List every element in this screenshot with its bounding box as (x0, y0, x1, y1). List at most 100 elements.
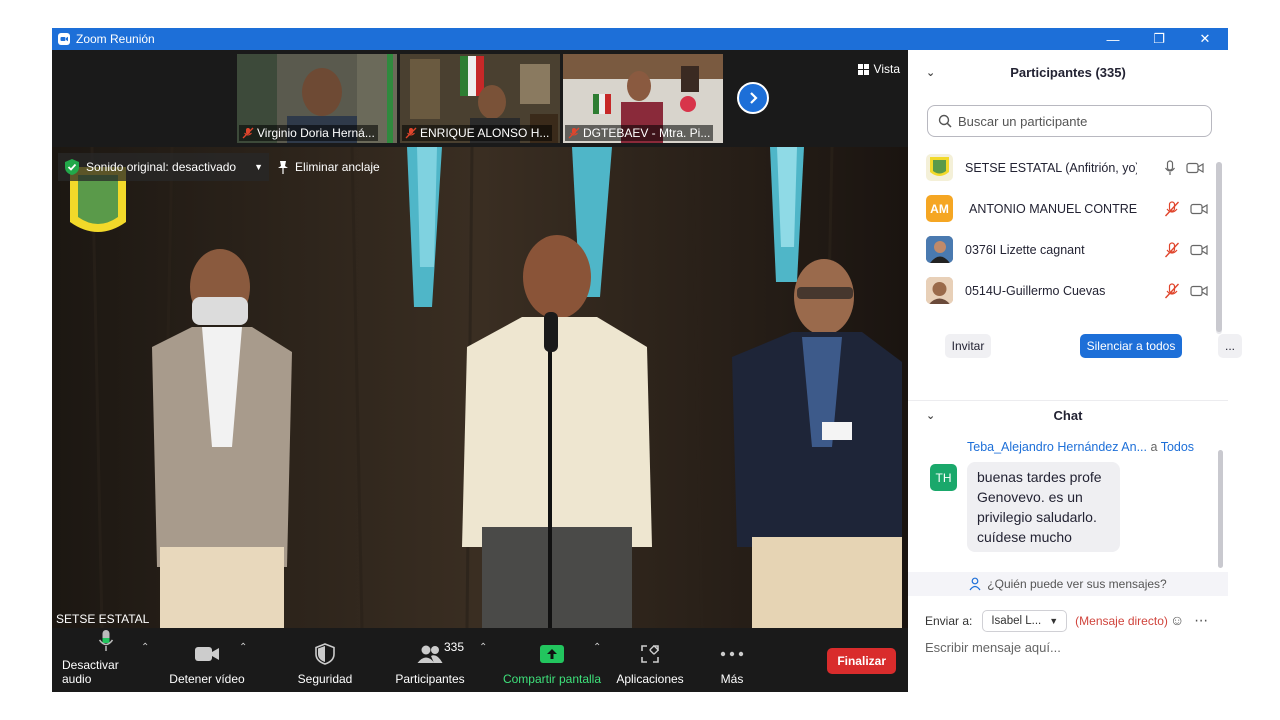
speaker-name-label: SETSE ESTATAL (56, 612, 150, 626)
participant-row[interactable]: SETSE ESTATAL (Anfitrión, yo) (908, 147, 1222, 188)
mute-all-button[interactable]: Silenciar a todos (1080, 334, 1182, 358)
grid-view-icon (857, 63, 869, 75)
meeting-toolbar: Desactivar audio ⌃ Detener vídeo ⌃ Segur… (52, 628, 908, 692)
video-options-caret[interactable]: ⌃ (239, 642, 247, 653)
end-meeting-button[interactable]: Finalizar (827, 648, 896, 674)
direct-message-label: (Mensaje directo) (1075, 614, 1168, 628)
invite-button[interactable]: Invitar (945, 334, 991, 358)
participants-icon (417, 645, 443, 663)
mute-audio-button[interactable]: Desactivar audio (62, 628, 150, 692)
participants-scrollbar[interactable] (1216, 162, 1222, 334)
participants-actions: Invitar Silenciar a todos ... (908, 334, 1242, 364)
chat-header: ⌄ Chat (908, 400, 1228, 430)
more-options-button[interactable]: ... (1218, 334, 1242, 358)
share-options-caret[interactable]: ⌃ (593, 642, 601, 653)
microphone-icon (98, 630, 114, 651)
video-camera-icon[interactable] (1190, 244, 1208, 256)
audio-options-caret[interactable]: ⌃ (141, 642, 149, 653)
participants-title: Participantes (335) (1010, 65, 1126, 80)
chevron-right-icon (750, 92, 758, 104)
mic-muted-icon[interactable] (1164, 200, 1180, 217)
participant-search-input[interactable]: Buscar un participante (927, 105, 1212, 137)
view-button[interactable]: Vista (857, 62, 900, 76)
emoji-icon[interactable]: ☺ (1170, 612, 1184, 629)
more-button[interactable]: Más (712, 628, 752, 692)
participant-thumbnail[interactable]: DGTEBAEV - Mtra. Pi... (563, 54, 723, 143)
apps-button[interactable]: Aplicaciones (614, 628, 686, 692)
video-camera-icon[interactable] (1190, 203, 1208, 215)
stop-video-button[interactable]: Detener vídeo (166, 628, 248, 692)
participants-count: 335 (444, 640, 465, 654)
more-dots-icon[interactable]: ⋯ (1194, 612, 1208, 629)
who-can-see-link[interactable]: ¿Quién puede ver sus mensajes? (908, 572, 1228, 596)
chat-input-tools: ☺ ⋯ (1170, 612, 1208, 629)
photo-avatar-icon (926, 277, 953, 304)
shield-check-icon (65, 159, 79, 175)
chevron-down-icon: ▼ (254, 162, 264, 172)
zoom-window: Zoom Reunión — ❐ ✕ Virginio Doria Herná.… (52, 28, 1242, 692)
apps-icon (641, 645, 659, 663)
participant-name: 0376I Lizette cagnant (965, 242, 1085, 257)
collapse-chat-icon[interactable]: ⌄ (926, 409, 935, 422)
participant-row[interactable]: 0514U-Guillermo Cuevas (908, 270, 1222, 311)
emblem-avatar-icon (930, 157, 949, 176)
pin-icon (278, 161, 289, 174)
microphone-icon[interactable] (1164, 159, 1176, 176)
avatar: TH (930, 464, 957, 491)
search-placeholder: Buscar un participante (958, 113, 1088, 129)
unpin-button[interactable]: Eliminar anclaje (269, 153, 388, 181)
active-speaker-video: Sonido original: desactivado ▼ Eliminar … (52, 147, 908, 628)
video-camera-icon[interactable] (1190, 285, 1208, 297)
participant-row[interactable]: AM ANTONIO MANUEL CONTRER... (908, 188, 1222, 229)
search-icon (938, 114, 952, 128)
chevron-down-icon: ▼ (1049, 616, 1059, 626)
participant-row[interactable]: 0376I Lizette cagnant (908, 229, 1222, 270)
thumbnail-label: ENRIQUE ALONSO H... (402, 125, 553, 141)
person-lock-icon (969, 577, 981, 591)
send-to-label: Enviar a: (925, 614, 973, 628)
send-to-row: Enviar a: Isabel L... ▼ (Mensaje directo… (925, 610, 1168, 632)
mic-muted-icon (568, 127, 580, 139)
collapse-participants-icon[interactable]: ⌄ (926, 66, 935, 79)
participants-button[interactable]: 335 Participantes (392, 628, 468, 692)
participants-header: ⌄ Participantes (335) (908, 50, 1228, 95)
participant-name: ANTONIO MANUEL CONTRER... (969, 201, 1137, 216)
photo-avatar-icon (926, 236, 953, 263)
participant-name: 0514U-Guillermo Cuevas (965, 283, 1106, 298)
chat-title: Chat (1053, 408, 1083, 423)
chat-sender-line: Teba_Alejandro Hernández An... a Todos (967, 440, 1195, 454)
title-bar: Zoom Reunión — ❐ ✕ (52, 28, 1228, 50)
chat-sender[interactable]: Teba_Alejandro Hernández An... (967, 440, 1147, 454)
speaker-video-frame (52, 147, 908, 628)
thumbnail-label: Virginio Doria Herná... (239, 125, 378, 141)
participants-list: SETSE ESTATAL (Anfitrión, yo) AM ANTONIO… (908, 147, 1222, 317)
avatar (926, 236, 953, 263)
security-button[interactable]: Seguridad (292, 628, 358, 692)
participant-thumbnail[interactable]: Virginio Doria Herná... (237, 54, 397, 143)
next-page-button[interactable] (737, 82, 769, 114)
chat-recipient[interactable]: Todos (1161, 440, 1194, 454)
participants-options-caret[interactable]: ⌃ (479, 642, 487, 653)
share-screen-button[interactable]: Compartir pantalla (500, 628, 604, 692)
minimize-button[interactable]: — (1090, 28, 1136, 50)
chat-scrollbar[interactable] (1218, 450, 1223, 568)
original-sound-control[interactable]: Sonido original: desactivado ▼ (58, 153, 270, 181)
more-dots-icon (720, 651, 744, 657)
avatar (926, 154, 953, 181)
mic-muted-icon[interactable] (1164, 282, 1180, 299)
thumbnail-strip: Virginio Doria Herná... ENRIQUE ALONSO H… (237, 54, 723, 143)
participant-thumbnail[interactable]: ENRIQUE ALONSO H... (400, 54, 560, 143)
close-button[interactable]: ✕ (1182, 28, 1228, 50)
mic-muted-icon[interactable] (1164, 241, 1180, 258)
window-title: Zoom Reunión (76, 32, 155, 46)
chat-message-input[interactable]: Escribir mensaje aquí... (925, 640, 1215, 664)
video-camera-icon[interactable] (1186, 162, 1204, 174)
side-panel: ⌄ Participantes (335) Buscar un particip… (908, 50, 1242, 692)
share-screen-icon (540, 645, 564, 663)
recipient-select[interactable]: Isabel L... ▼ (982, 610, 1068, 632)
avatar: AM (926, 195, 953, 222)
stage-controls: Sonido original: desactivado ▼ Eliminar … (58, 153, 388, 181)
restore-button[interactable]: ❐ (1136, 28, 1182, 50)
original-sound-label: Sonido original: desactivado (86, 160, 237, 174)
video-area: Virginio Doria Herná... ENRIQUE ALONSO H… (52, 50, 908, 692)
